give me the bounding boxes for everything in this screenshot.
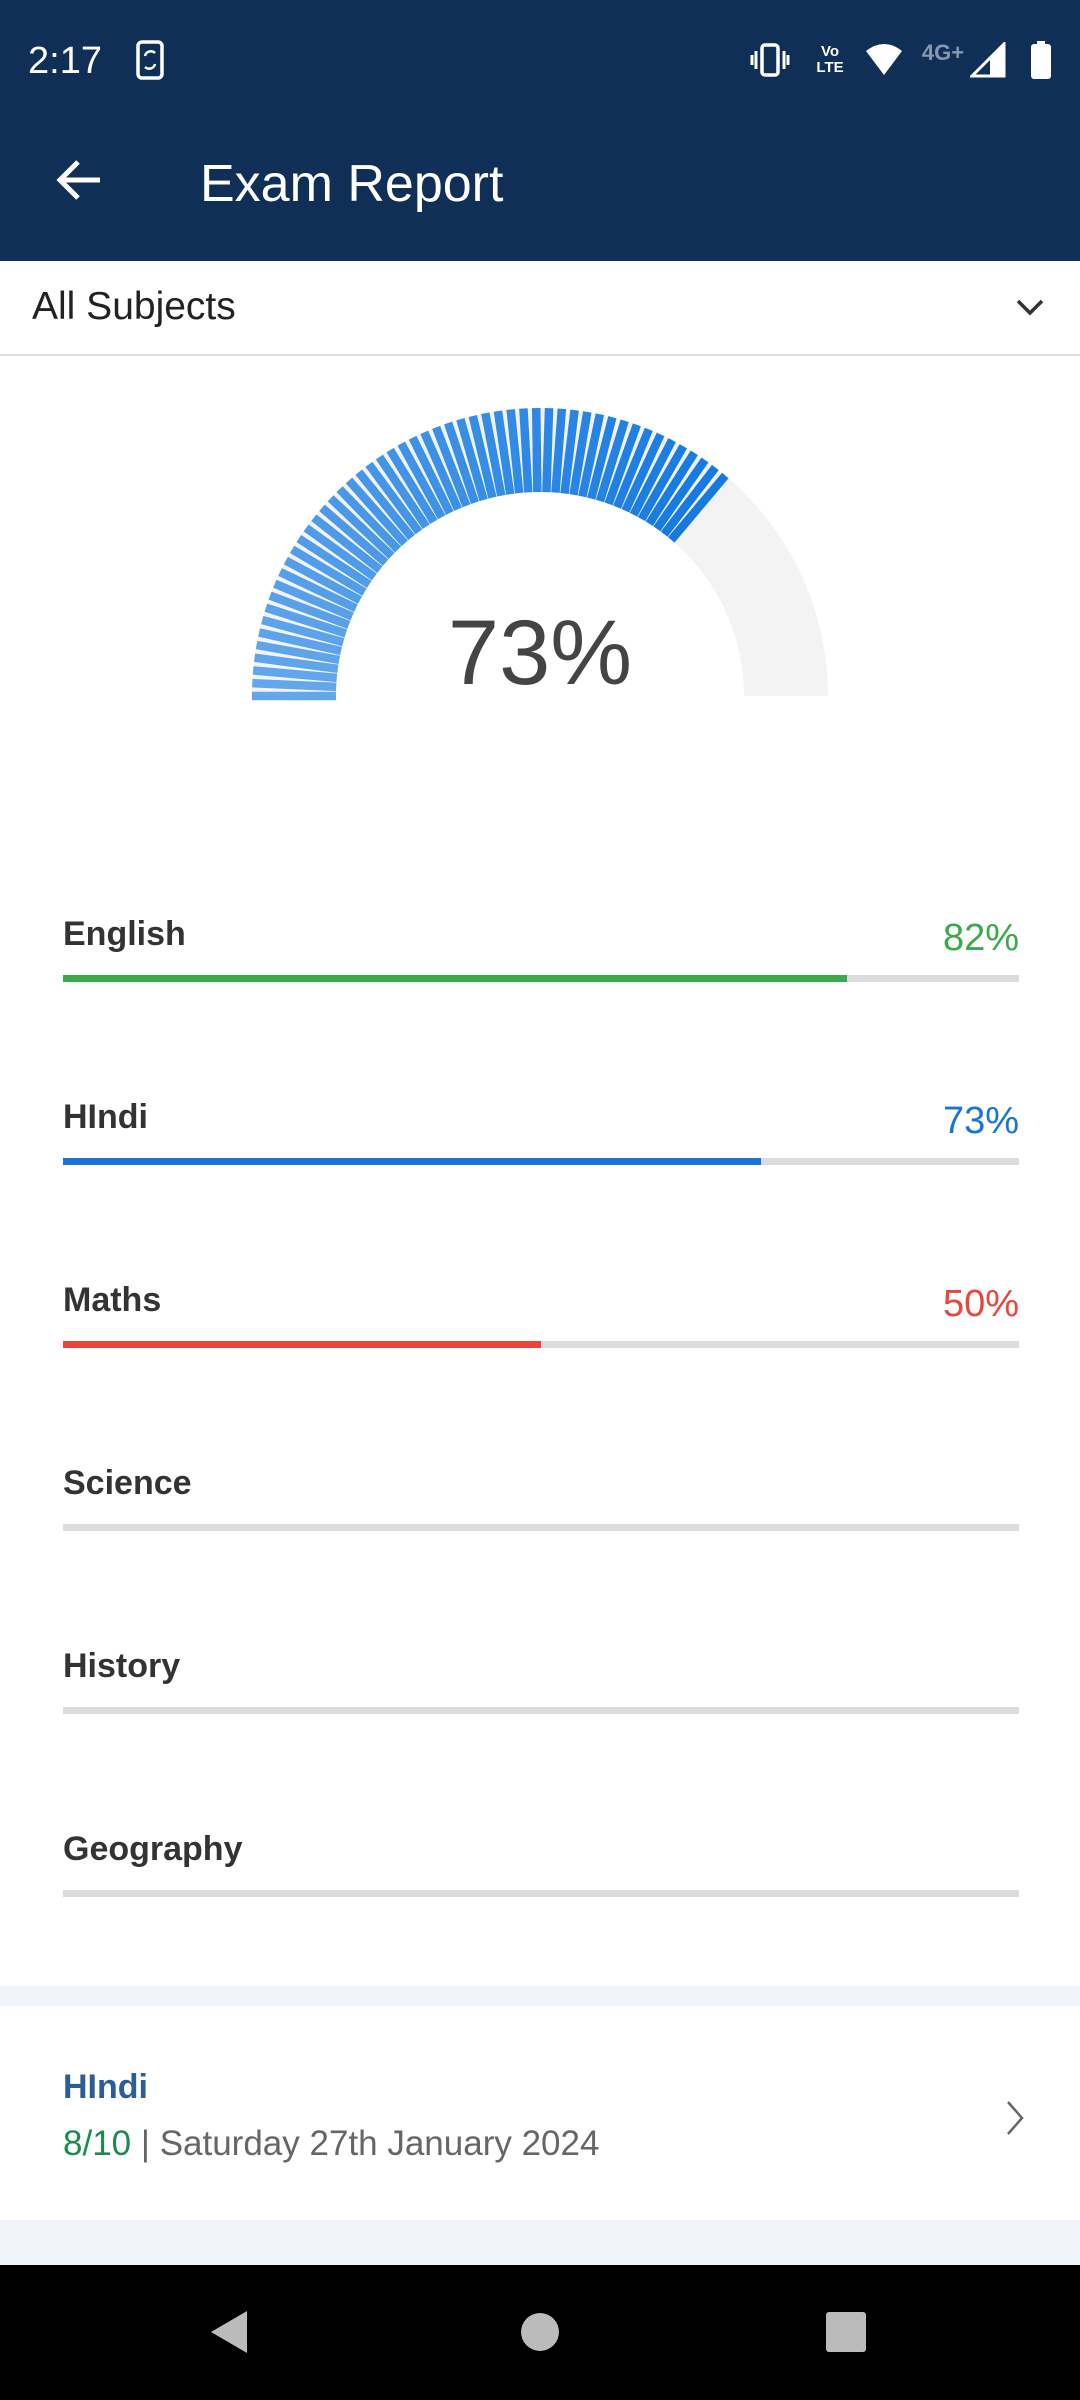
subject-progress-bar xyxy=(63,1890,1019,1897)
nav-back-button[interactable] xyxy=(205,2307,255,2357)
chevron-right-icon xyxy=(1007,2101,1024,2135)
subject-progress-bar xyxy=(63,1707,1019,1714)
subject-name: Maths xyxy=(63,1281,162,1319)
exam-date: Saturday 27th January 2024 xyxy=(159,2124,600,2163)
subject-row-english: English 82% xyxy=(63,915,1019,995)
subject-filter-value: All Subjects xyxy=(32,285,236,328)
subject-row-geography: Geography xyxy=(63,1830,1019,1910)
subject-progress-bar xyxy=(63,1158,1019,1165)
exam-subject: HIndi xyxy=(63,2068,148,2106)
overall-score-gauge: 73% xyxy=(0,356,1080,756)
subject-progress-bar xyxy=(63,975,1019,982)
system-nav-bar xyxy=(0,2265,1080,2400)
chevron-down-icon xyxy=(1016,299,1044,316)
subject-row-maths: Maths 50% xyxy=(63,1281,1019,1361)
subject-progress-fill xyxy=(63,975,847,982)
separator: | xyxy=(140,2124,150,2163)
subject-name: Geography xyxy=(63,1830,243,1868)
subject-name: Science xyxy=(63,1464,192,1502)
screen-rotate-icon xyxy=(132,40,168,80)
nav-home-button[interactable] xyxy=(518,2310,562,2354)
exam-details: 8/10 | Saturday 27th January 2024 xyxy=(63,2124,599,2164)
subject-row-hindi: HIndi 73% xyxy=(63,1098,1019,1178)
subject-percent: 50% xyxy=(942,1283,1019,1325)
subject-name: History xyxy=(63,1647,181,1685)
gauge-tick xyxy=(542,408,554,493)
status-bar: 2:17 Vo LTE 4G+ xyxy=(0,0,1080,110)
arrow-left-icon xyxy=(56,160,100,200)
divider xyxy=(0,1986,1080,2006)
subject-progress-bar xyxy=(63,1524,1019,1531)
subject-filter-dropdown[interactable]: All Subjects xyxy=(0,261,1080,356)
back-button[interactable] xyxy=(50,150,110,210)
app-bar: Exam Report xyxy=(0,110,1080,261)
divider xyxy=(0,2220,1080,2265)
gauge-tick xyxy=(519,408,533,493)
subject-progress-fill xyxy=(63,1341,541,1348)
subject-percent: 73% xyxy=(942,1100,1019,1142)
subject-percent: 82% xyxy=(942,917,1019,959)
exam-score: 8/10 xyxy=(63,2124,132,2163)
overall-percent: 73% xyxy=(447,602,633,704)
subject-name: English xyxy=(63,915,186,953)
page-title: Exam Report xyxy=(200,155,504,213)
network-type: 4G+ xyxy=(921,40,965,65)
subject-name: HIndi xyxy=(63,1098,148,1136)
wifi-icon xyxy=(862,40,906,80)
signal-icon xyxy=(968,40,1008,80)
nav-recents-button[interactable] xyxy=(824,2310,868,2354)
subject-row-science: Science xyxy=(63,1464,1019,1544)
vibrate-icon xyxy=(748,40,792,80)
exam-list-item[interactable]: HIndi 8/10 | Saturday 27th January 2024 xyxy=(0,2006,1080,2220)
subject-row-history: History xyxy=(63,1647,1019,1727)
gauge-tick xyxy=(531,407,542,493)
status-time: 2:17 xyxy=(28,40,102,82)
subject-progress-bar xyxy=(63,1341,1019,1348)
subject-progress-fill xyxy=(63,1158,761,1165)
volte-icon: Vo LTE xyxy=(816,43,844,76)
battery-icon xyxy=(1026,40,1056,80)
